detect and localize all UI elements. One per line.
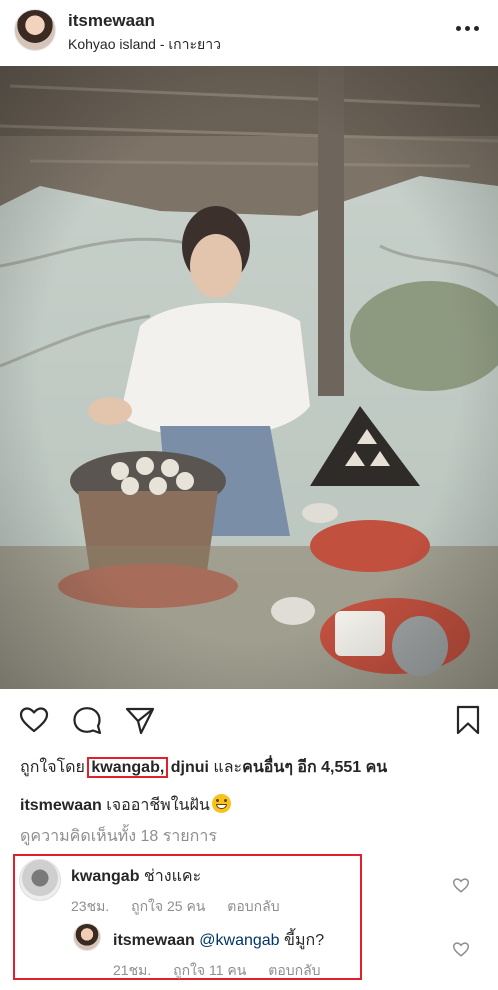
comment-2: itsmewaan @kwangab ขี้มูก? [113, 928, 324, 953]
liker-username-1[interactable]: kwangab, [87, 757, 169, 778]
view-all-comments-link[interactable]: ดูความคิดเห็นทั้ง 18 รายการ [20, 824, 217, 849]
comment-likes[interactable]: ถูกใจ 25 คน [131, 898, 205, 914]
likes-summary: ถูกใจโดย kwangab, djnui และคนอื่นๆ อีก 4… [20, 755, 387, 780]
bookmark-icon[interactable] [452, 704, 484, 736]
commenter-avatar[interactable] [19, 859, 61, 901]
post-location[interactable]: Kohyao island - เกาะยาว [68, 34, 221, 56]
likes-middle: และ [213, 759, 243, 776]
comment-reply-button[interactable]: ตอบกลับ [227, 898, 279, 914]
comment-reply-button[interactable]: ตอบกลับ [268, 962, 320, 978]
heart-outline-icon[interactable] [18, 704, 50, 736]
post-caption: itsmewaan เจออาชีพในฝัน [20, 791, 231, 818]
comment-mention[interactable]: @kwangab [199, 932, 279, 949]
likes-prefix: ถูกใจโดย [20, 759, 85, 776]
comment-like-heart-icon[interactable] [452, 941, 470, 957]
profile-avatar[interactable] [14, 9, 56, 51]
comment-time: 21ชม. [113, 962, 152, 978]
comment-bubble-icon[interactable] [71, 704, 103, 736]
comment-2-meta: 21ชม. ถูกใจ 11 คน ตอบกลับ [113, 960, 339, 982]
comment-text: ขี้มูก? [284, 932, 325, 949]
liker-username-2[interactable]: djnui [171, 759, 209, 776]
comment-username[interactable]: itsmewaan [113, 932, 195, 949]
paper-plane-icon[interactable] [124, 704, 156, 736]
comment-username[interactable]: kwangab [71, 868, 139, 885]
comment-like-heart-icon[interactable] [452, 877, 470, 893]
post-photo[interactable] [0, 66, 498, 689]
caption-username[interactable]: itsmewaan [20, 797, 102, 814]
more-options-icon[interactable] [456, 26, 480, 32]
comment-likes[interactable]: ถูกใจ 11 คน [173, 962, 246, 978]
caption-text: เจออาชีพในฝัน [106, 797, 210, 814]
reply-avatar[interactable] [73, 923, 101, 951]
comment-1: kwangab ช่างแคะ [71, 864, 201, 889]
comment-text: ช่างแคะ [143, 868, 202, 885]
grinning-face-emoji-icon [211, 794, 231, 813]
comment-time: 23ชม. [71, 898, 110, 914]
comment-1-meta: 23ชม. ถูกใจ 25 คน ตอบกลับ [71, 896, 298, 918]
post-username[interactable]: itsmewaan [68, 11, 155, 31]
likes-others[interactable]: คนอื่นๆ อีก 4,551 คน [242, 759, 387, 776]
